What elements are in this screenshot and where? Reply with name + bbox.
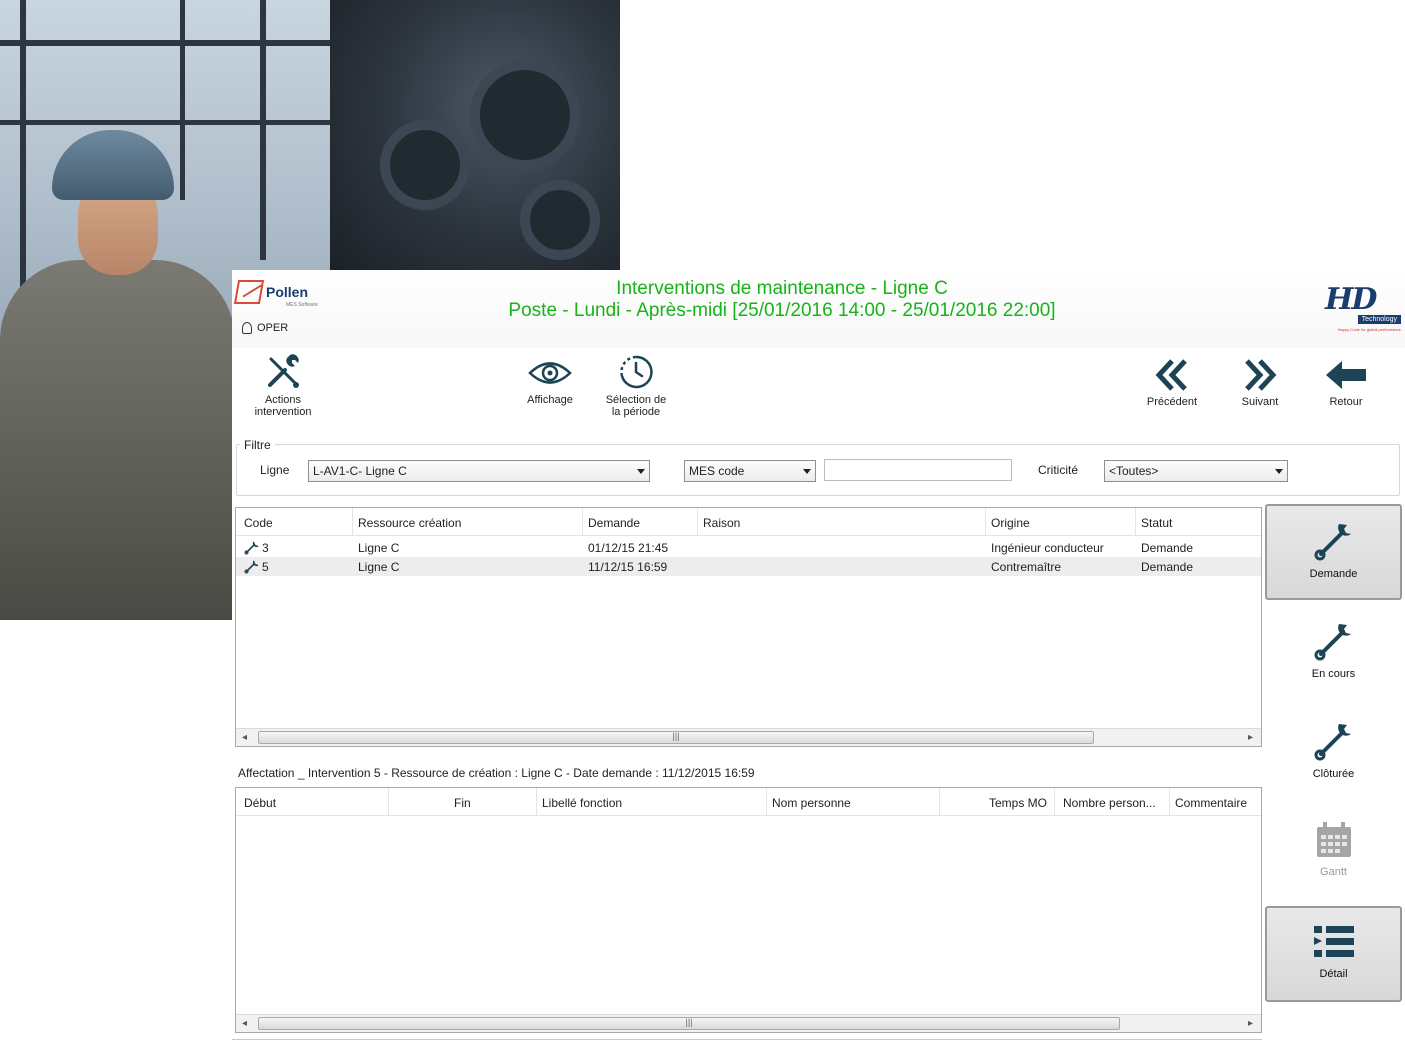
divider [232,1039,1262,1040]
clock-icon [620,355,653,389]
col-ressource-creation[interactable]: Ressource création [358,516,461,530]
col-code[interactable]: Code [244,516,273,530]
page-title-line2: Poste - Lundi - Après-midi [25/01/2016 1… [508,300,1056,321]
scroll-left-icon[interactable]: ◂ [242,1018,247,1029]
maintenance-app-window: Pollen MES Software OPER Interventions d… [232,270,1405,1042]
page-title-line1: Interventions de maintenance - Ligne C [616,278,948,299]
pollen-logo: Pollen [233,280,308,304]
scroll-right-icon[interactable]: ▸ [1248,1018,1253,1029]
scroll-left-icon[interactable]: ◂ [242,732,247,743]
precedent-button[interactable]: Précédent [1142,358,1202,408]
affectation-caption: Affectation _ Intervention 5 - Ressource… [238,766,755,780]
col-raison[interactable]: Raison [703,516,740,530]
wrench-icon [1314,724,1351,761]
pollen-logo-icon [233,280,265,304]
detail-button[interactable]: Détail [1265,906,1402,1002]
double-chevron-left-icon [1155,359,1187,391]
pollen-logo-subtitle: MES Software [286,302,318,308]
affectation-table: Début Fin Libellé fonction Nom personne … [235,787,1262,1033]
calendar-icon [1316,822,1351,857]
col-debut[interactable]: Début [244,796,276,810]
page-title: Interventions de maintenance - Ligne C P… [392,278,1172,322]
cloturee-filter-button[interactable]: Clôturée [1265,706,1402,802]
col-commentaire[interactable]: Commentaire [1175,796,1247,810]
code-search-input[interactable] [824,459,1012,481]
scrollbar-thumb[interactable]: ||| [258,1017,1120,1030]
col-nombre-personnes[interactable]: Nombre person... [1063,796,1156,810]
scrollbar-thumb[interactable]: ||| [258,731,1094,744]
col-demande[interactable]: Demande [588,516,640,530]
affectation-table-header: Début Fin Libellé fonction Nom personne … [236,788,1261,816]
chevron-down-icon [803,468,811,474]
col-libelle-fonction[interactable]: Libellé fonction [542,796,622,810]
chevron-down-icon [1275,468,1283,474]
suivant-button[interactable]: Suivant [1230,358,1290,408]
criticite-select[interactable]: <Toutes> [1104,460,1288,482]
user-name: OPER [257,322,289,334]
horizontal-scrollbar[interactable]: ◂ ||| ▸ [236,1014,1261,1032]
chevron-down-icon [637,468,645,474]
col-statut[interactable]: Statut [1141,516,1172,530]
tools-icon [268,354,299,388]
interventions-table: Code Ressource création Demande Raison O… [235,507,1262,747]
col-origine[interactable]: Origine [991,516,1030,530]
ligne-label: Ligne [260,463,290,477]
interventions-table-header: Code Ressource création Demande Raison O… [236,508,1261,536]
table-row[interactable]: 5 Ligne C 11/12/15 16:59 Contremaître De… [236,557,1261,576]
col-temps-mo[interactable]: Temps MO [989,796,1047,810]
wrench-icon [244,541,260,558]
gantt-button[interactable]: Gantt [1265,806,1402,902]
arrow-left-icon [1326,361,1366,389]
table-row[interactable]: 3 Ligne C 01/12/15 21:45 Ingénieur condu… [236,538,1261,557]
app-header: Pollen MES Software OPER Interventions d… [232,270,1405,348]
criticite-label: Criticité [1038,463,1079,477]
scroll-right-icon[interactable]: ▸ [1248,732,1253,743]
en-cours-filter-button[interactable]: En cours [1265,606,1402,702]
wrench-icon [244,560,260,577]
demande-filter-button[interactable]: Demande [1265,504,1402,600]
double-chevron-right-icon [1245,359,1277,391]
hd-technology-logo: HD Technology Happy Code for global perf… [1325,282,1401,332]
list-icon [1313,926,1354,957]
retour-button[interactable]: Retour [1316,358,1376,408]
horizontal-scrollbar[interactable]: ◂ ||| ▸ [236,728,1261,746]
col-fin[interactable]: Fin [454,796,471,810]
user-icon [242,322,252,334]
ligne-select[interactable]: L-AV1-C- Ligne C [308,460,650,482]
selection-periode-button[interactable]: Sélection de la période [600,354,672,418]
eye-icon [528,362,572,384]
wrench-icon [1314,624,1351,661]
col-nom-personne[interactable]: Nom personne [772,796,851,810]
wrench-icon [1314,524,1351,561]
affichage-button[interactable]: Affichage [517,356,583,406]
user-indicator: OPER [242,322,288,334]
code-type-select[interactable]: MES code [684,460,816,482]
actions-intervention-button[interactable]: Actions intervention [248,354,318,418]
filter-legend: Filtre [240,438,275,452]
